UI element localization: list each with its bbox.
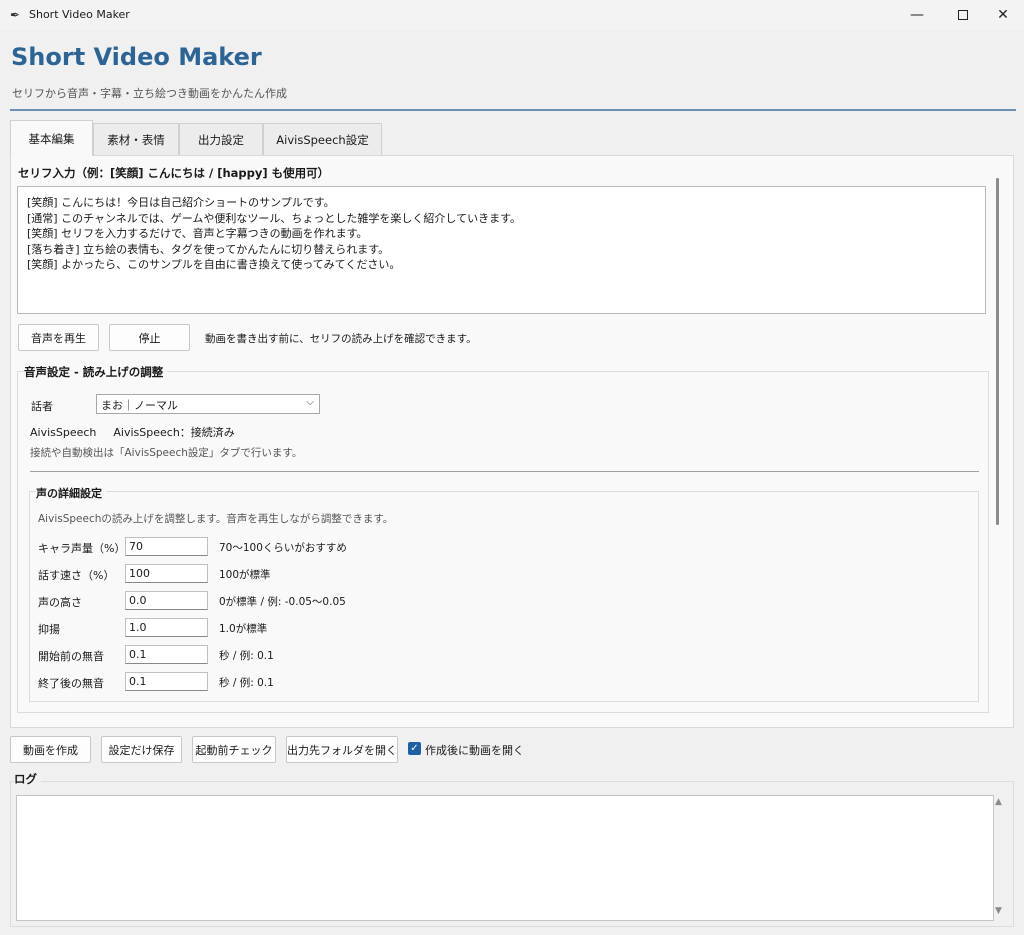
pitch-label: 声の高さ [38, 596, 82, 609]
voice-divider [30, 471, 979, 472]
stop-button[interactable]: 停止 [109, 324, 190, 351]
pitch-input[interactable]: 0.0 [125, 591, 208, 610]
tab-output-settings[interactable]: 出力設定 [179, 123, 263, 155]
minimize-button[interactable]: — [894, 0, 940, 30]
speed-label: 話す速さ（%） [38, 569, 115, 582]
engine-connection-status: AivisSpeech：接続済み [113, 426, 235, 439]
window-titlebar: ✒ Short Video Maker — ✕ [0, 0, 1024, 30]
voice-details-note: AivisSpeechの読み上げを調整します。音声を再生しながら調整できます。 [38, 513, 394, 525]
open-after-create-checkbox[interactable]: ✓ [408, 742, 421, 755]
app-title: Short Video Maker [11, 43, 262, 71]
log-textarea[interactable] [16, 795, 994, 921]
play-voice-button[interactable]: 音声を再生 [18, 324, 99, 351]
speaker-select-value: まお｜ノーマル [101, 399, 178, 412]
intonation-input[interactable]: 1.0 [125, 618, 208, 637]
create-video-button[interactable]: 動画を作成 [10, 736, 91, 763]
post-silence-input[interactable]: 0.1 [125, 672, 208, 691]
volume-label: キャラ声量（%） [38, 542, 126, 555]
engine-status-note: 接続や自動検出は「AivisSpeech設定」タブで行います。 [30, 447, 303, 459]
precheck-button[interactable]: 起動前チェック [192, 736, 276, 763]
log-label: ログ [14, 771, 41, 787]
post-silence-label: 終了後の無音 [38, 677, 104, 690]
engine-status: AivisSpeech AivisSpeech：接続済み [30, 424, 235, 440]
close-icon: ✕ [997, 7, 1009, 23]
feather-icon: ✒ [10, 8, 21, 22]
speaker-label: 話者 [31, 400, 53, 413]
tab-aivisspeech-settings[interactable]: AivisSpeech設定 [263, 123, 382, 155]
pre-silence-hint: 秒 / 例: 0.1 [219, 650, 274, 662]
speaker-select[interactable]: まお｜ノーマル ⌵ [96, 394, 320, 414]
pitch-hint: 0が標準 / 例: -0.05〜0.05 [219, 596, 346, 608]
scroll-down-arrow-icon[interactable]: ▼ [995, 906, 1002, 916]
open-after-create-label[interactable]: 作成後に動画を開く [425, 742, 524, 758]
pre-silence-label: 開始前の無音 [38, 650, 104, 663]
serif-textarea[interactable]: [笑顔] こんにちは！今日は自己紹介ショートのサンプルです。 [通常] このチャ… [17, 186, 986, 314]
scroll-up-arrow-icon[interactable]: ▲ [995, 797, 1002, 807]
maximize-icon [958, 10, 968, 20]
window-title: Short Video Maker [29, 8, 130, 21]
engine-name: AivisSpeech [30, 426, 97, 439]
intonation-hint: 1.0が標準 [219, 623, 268, 635]
playback-hint: 動画を書き出す前に、セリフの読み上げを確認できます。 [205, 333, 477, 345]
pre-silence-input[interactable]: 0.1 [125, 645, 208, 664]
open-output-folder-button[interactable]: 出力先フォルダを開く [286, 736, 398, 763]
save-settings-button[interactable]: 設定だけ保存 [101, 736, 182, 763]
speed-hint: 100が標準 [219, 569, 271, 581]
post-silence-hint: 秒 / 例: 0.1 [219, 677, 274, 689]
chevron-down-icon: ⌵ [306, 397, 314, 408]
app-subtitle: セリフから音声・字幕・立ち絵つき動画をかんたん作成 [12, 87, 287, 100]
voice-details-title: 声の詳細設定 [36, 485, 106, 501]
serif-input-label: セリフ入力（例：[笑顔] こんにちは / [happy] も使用可） [18, 166, 330, 180]
tab-basic-edit[interactable]: 基本編集 [10, 120, 93, 156]
minimize-icon: — [910, 7, 924, 23]
intonation-label: 抑揚 [38, 623, 60, 636]
header-divider [10, 109, 1016, 111]
volume-input[interactable]: 70 [125, 537, 208, 556]
checkmark-icon: ✓ [410, 743, 419, 754]
speed-input[interactable]: 100 [125, 564, 208, 583]
tab-assets-expressions[interactable]: 素材・表情 [93, 123, 179, 155]
close-button[interactable]: ✕ [980, 0, 1024, 30]
panel-scrollbar[interactable] [996, 178, 999, 525]
volume-hint: 70〜100くらいがおすすめ [219, 542, 347, 554]
voice-settings-title: 音声設定 - 読み上げの調整 [24, 364, 168, 380]
